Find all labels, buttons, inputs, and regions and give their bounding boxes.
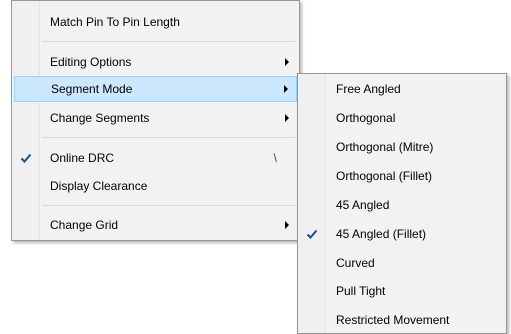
menu-item-label: Display Clearance	[50, 179, 148, 193]
menu-item-label: Change Segments	[50, 111, 150, 125]
segment-mode-submenu: Free Angled Orthogonal Orthogonal (Mitre…	[297, 73, 507, 334]
menu-item-label: Pull Tight	[336, 284, 386, 298]
submenu-arrow-icon	[284, 85, 288, 93]
menu-item-display-clearance[interactable]: Display Clearance	[14, 173, 297, 199]
menu-separator	[42, 205, 295, 206]
menu-item-change-grid[interactable]: Change Grid	[14, 212, 297, 238]
submenu-arrow-icon	[285, 114, 289, 122]
menu-separator	[42, 137, 295, 138]
submenu-arrow-icon	[285, 221, 289, 229]
submenu-item-curved[interactable]: Curved	[300, 250, 504, 276]
submenu-arrow-icon	[285, 58, 289, 66]
menu-item-label: Orthogonal (Fillet)	[336, 169, 433, 183]
submenu-item-free-angled[interactable]: Free Angled	[300, 76, 504, 102]
submenu-item-orthogonal-fillet[interactable]: Orthogonal (Fillet)	[300, 163, 504, 189]
submenu-item-45-angled-fillet[interactable]: 45 Angled (Fillet)	[300, 221, 504, 247]
menu-item-label: Orthogonal	[336, 111, 396, 125]
submenu-item-45-angled[interactable]: 45 Angled	[300, 192, 504, 218]
menu-item-label: Segment Mode	[51, 82, 133, 96]
checkmark-icon	[306, 229, 318, 239]
menu-item-match-pin-to-pin-length[interactable]: Match Pin To Pin Length	[14, 9, 297, 35]
menu-item-change-segments[interactable]: Change Segments	[14, 105, 297, 131]
menu-item-label: Orthogonal (Mitre)	[336, 140, 434, 154]
menu-item-label: Change Grid	[50, 218, 119, 232]
menu-item-label: Online DRC	[50, 151, 115, 165]
menu-item-label: Editing Options	[50, 55, 132, 69]
menu-item-shortcut: \	[273, 151, 277, 165]
menu-item-label: Curved	[336, 256, 375, 270]
menu-item-online-drc[interactable]: Online DRC \	[14, 145, 297, 171]
submenu-item-orthogonal-mitre[interactable]: Orthogonal (Mitre)	[300, 134, 504, 160]
menu-separator	[42, 41, 295, 42]
context-menu: Match Pin To Pin Length Editing Options …	[11, 0, 300, 241]
menu-item-label: Restricted Movement	[336, 313, 450, 327]
menu-item-label: 45 Angled	[336, 198, 390, 212]
menu-item-label: Match Pin To Pin Length	[50, 15, 180, 29]
menu-item-editing-options[interactable]: Editing Options	[14, 49, 297, 75]
menu-item-label: Free Angled	[336, 82, 401, 96]
menu-item-segment-mode[interactable]: Segment Mode	[14, 76, 297, 102]
checkmark-icon	[20, 153, 32, 163]
menu-item-label: 45 Angled (Fillet)	[336, 227, 427, 241]
submenu-item-restricted-movement[interactable]: Restricted Movement	[300, 307, 504, 333]
submenu-item-orthogonal[interactable]: Orthogonal	[300, 105, 504, 131]
submenu-item-pull-tight[interactable]: Pull Tight	[300, 278, 504, 304]
